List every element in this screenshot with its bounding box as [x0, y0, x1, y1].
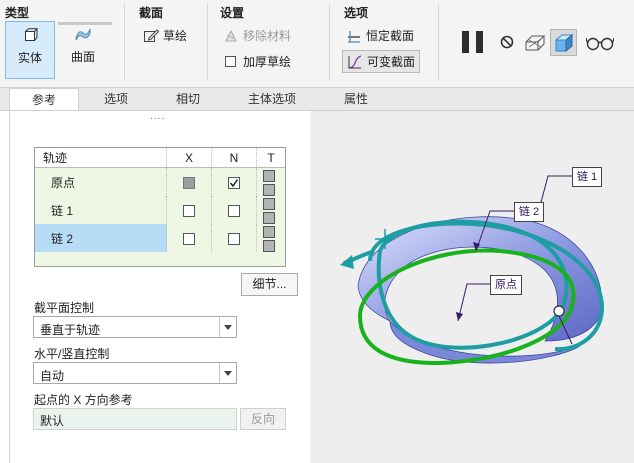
shaded-preview-button[interactable] — [550, 29, 577, 56]
col-header-n: N — [211, 148, 257, 168]
table-row[interactable]: 链 1 — [35, 196, 285, 224]
pause-button[interactable] — [462, 31, 484, 53]
origin-label[interactable]: 原点 — [490, 275, 522, 295]
checkmark-icon — [229, 178, 239, 188]
hv-control-value: 自动 — [40, 369, 65, 383]
t-toggle[interactable] — [263, 183, 275, 196]
tab-properties[interactable]: 属性 — [321, 88, 391, 110]
solid-label: 实体 — [17, 51, 42, 65]
chain-1-label[interactable]: 链 1 — [572, 167, 603, 187]
thicken-checkbox-icon — [225, 55, 236, 67]
hv-control-label: 水平/竖直控制 — [34, 347, 110, 361]
section-plane-select[interactable]: 垂直于轨迹 — [33, 316, 237, 338]
tab-options[interactable]: 选项 — [81, 88, 151, 110]
no-preview-button[interactable] — [500, 35, 514, 49]
direction-arrow-icon — [340, 255, 354, 269]
t-toggle[interactable] — [263, 225, 275, 238]
col-header-t: T — [256, 148, 285, 168]
tab-bar: 参考 选项 相切 主体选项 属性 — [0, 88, 634, 111]
references-panel: .... 轨迹 X N T 原点 链 1 链 2 细节... 截平面控制 垂直于… — [9, 111, 311, 463]
row-name: 链 2 — [35, 224, 167, 252]
separator — [207, 4, 208, 80]
pause-icon — [462, 31, 483, 53]
sketch-label: 草绘 — [163, 29, 188, 43]
flip-button[interactable]: 反向 — [240, 408, 286, 430]
chevron-down-icon — [224, 371, 232, 376]
wireframe-glasses-icon — [525, 35, 546, 51]
table-row[interactable]: 链 2 — [35, 224, 285, 252]
col-header-trajectory: 轨迹 — [35, 148, 167, 168]
tab-body-options[interactable]: 主体选项 — [225, 88, 319, 110]
verify-button[interactable] — [585, 35, 615, 51]
t-toggle[interactable] — [263, 197, 275, 210]
chain-2-label[interactable]: 链 2 — [514, 202, 545, 222]
remove-material-button[interactable]: 移除材料 — [223, 27, 291, 44]
constant-section-icon — [348, 30, 360, 43]
x-checkbox[interactable] — [183, 232, 195, 245]
variable-section-icon — [348, 54, 362, 69]
surface-icon — [75, 28, 91, 41]
remove-material-label: 移除材料 — [243, 29, 292, 43]
table-row[interactable]: 原点 — [35, 167, 285, 196]
section-plane-value: 垂直于轨迹 — [40, 323, 101, 337]
n-checkbox[interactable] — [228, 176, 240, 189]
remove-material-icon — [225, 29, 237, 41]
model-canvas — [340, 175, 605, 366]
chain1-leader — [539, 175, 573, 207]
row-name: 原点 — [35, 167, 167, 196]
row-name: 链 1 — [35, 196, 167, 224]
chevron-down-icon — [224, 325, 232, 330]
tab-references[interactable]: 参考 — [9, 88, 79, 110]
section-group-title: 截面 — [139, 6, 164, 20]
constant-section-label: 恒定截面 — [366, 29, 415, 43]
wireframe-preview-button[interactable] — [524, 32, 546, 52]
start-point-marker[interactable] — [553, 305, 565, 317]
sketch-button[interactable]: 草绘 — [143, 27, 187, 44]
section-plane-label: 截平面控制 — [34, 301, 95, 315]
origin-leader-arrow — [456, 312, 463, 321]
shaded-preview-icon — [554, 33, 574, 53]
no-preview-icon — [500, 35, 514, 49]
separator — [124, 4, 125, 80]
x-ref-label: 起点的 X 方向参考 — [34, 393, 133, 407]
origin-leader — [457, 283, 490, 322]
thicken-sketch-button[interactable]: 加厚草绘 — [223, 53, 291, 70]
ribbon: 类型 实体 曲面 截面 草绘 设置 移除材料 加厚草绘 选项 恒定截面 可变截面 — [0, 0, 634, 88]
x-ref-field[interactable]: 默认 — [33, 408, 237, 430]
panel-grip[interactable]: .... — [150, 111, 165, 122]
x-checkbox[interactable] — [183, 176, 195, 189]
thicken-sketch-label: 加厚草绘 — [243, 55, 292, 69]
dropdown-arrow — [219, 317, 236, 337]
t-toggle[interactable] — [263, 169, 275, 182]
variable-section-label: 可变截面 — [367, 55, 416, 69]
surface-label: 曲面 — [70, 50, 95, 64]
details-button[interactable]: 细节... — [241, 273, 298, 296]
solid-button[interactable]: 实体 — [5, 21, 55, 79]
model-viewport[interactable]: 链 1 链 2 原点 — [310, 111, 634, 463]
col-header-x: X — [166, 148, 212, 168]
constant-section-button[interactable]: 恒定截面 — [346, 27, 414, 44]
type-group-title: 类型 — [5, 6, 30, 20]
dropdown-arrow — [219, 363, 236, 383]
tab-tangency[interactable]: 相切 — [153, 88, 223, 110]
separator — [329, 4, 330, 80]
solid-icon — [25, 28, 38, 41]
settings-group-title: 设置 — [220, 6, 245, 20]
variable-section-button[interactable]: 可变截面 — [342, 50, 421, 73]
separator — [438, 4, 439, 80]
trajectory-table: 轨迹 X N T 原点 链 1 链 2 — [34, 147, 286, 267]
x-ref-value: 默认 — [40, 414, 65, 428]
n-checkbox[interactable] — [228, 204, 240, 217]
x-checkbox[interactable] — [183, 204, 195, 217]
sketch-icon — [144, 28, 159, 42]
t-toggle[interactable] — [263, 211, 275, 224]
hv-control-select[interactable]: 自动 — [33, 362, 237, 384]
glasses-icon — [585, 37, 615, 51]
surface-button[interactable]: 曲面 — [58, 21, 108, 79]
options-group-title: 选项 — [344, 6, 369, 20]
n-checkbox[interactable] — [228, 232, 240, 245]
t-toggle[interactable] — [263, 239, 275, 252]
